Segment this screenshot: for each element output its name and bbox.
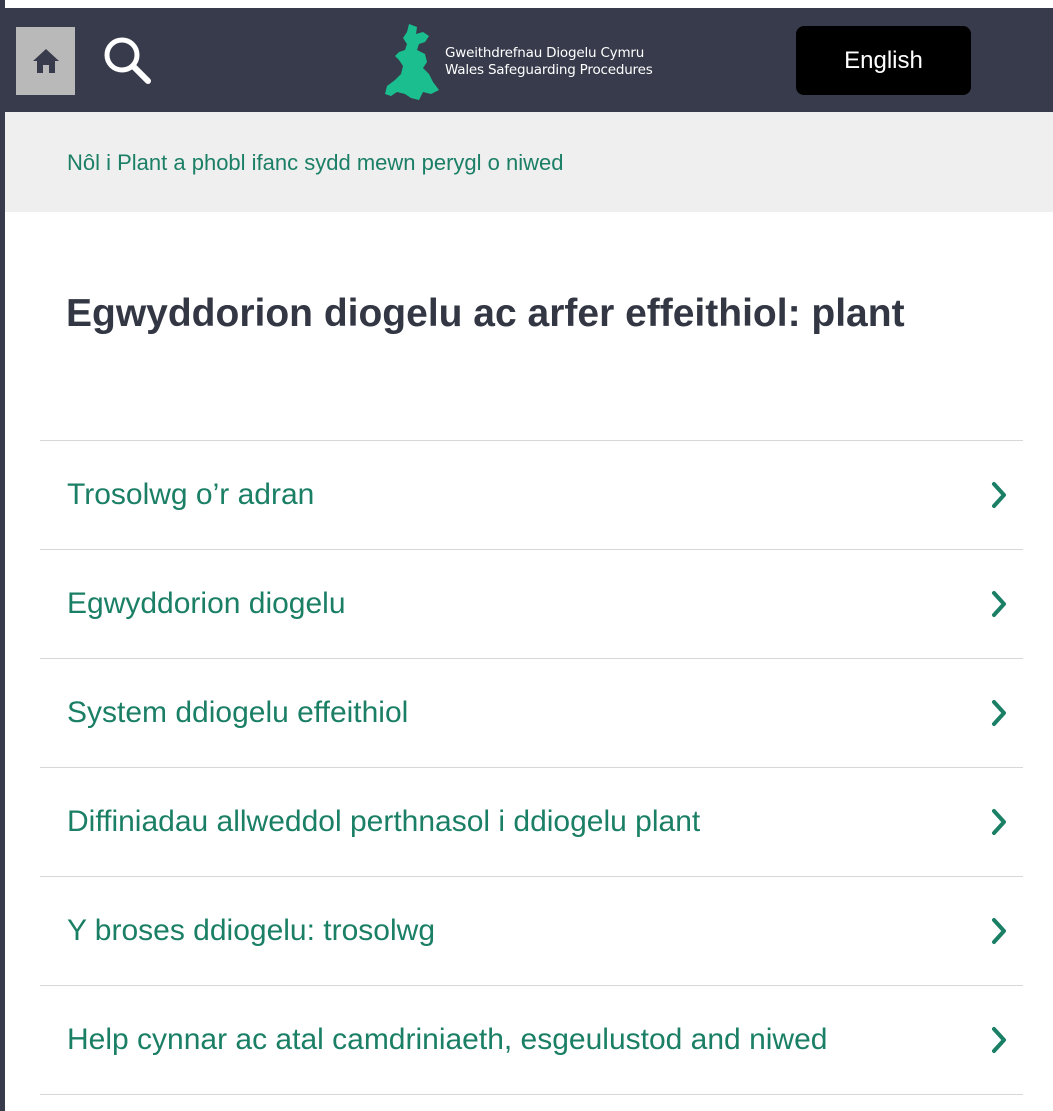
chevron-right-icon [989,697,1009,729]
home-button[interactable] [16,27,75,95]
back-link[interactable]: Nôl i Plant a phobl ifanc sydd mewn pery… [67,150,564,176]
nav-item-label: Help cynnar ac atal camdriniaeth, esgeul… [67,1023,828,1056]
logo-line-english: Wales Safeguarding Procedures [445,62,653,78]
nav-item-overview[interactable]: Trosolwg o’r adran [40,441,1023,550]
search-icon [104,37,151,84]
nav-item-effective-system[interactable]: System ddiogelu effeithiol [40,659,1023,768]
nav-item-label: Trosolwg o’r adran [67,478,315,511]
site-header: Gweithdrefnau Diogelu Cymru Wales Safegu… [5,0,1053,112]
chevron-right-icon [989,806,1009,838]
page-title: Egwyddorion diogelu ac arfer effeithiol:… [66,292,905,335]
nav-item-label: Y broses ddiogelu: trosolwg [67,914,435,947]
nav-item-principles[interactable]: Egwyddorion diogelu [40,550,1023,659]
chevron-right-icon [989,1024,1009,1056]
wales-map-icon [385,24,439,100]
nav-item-early-help[interactable]: Help cynnar ac atal camdriniaeth, esgeul… [40,986,1023,1095]
nav-item-label: Diffiniadau allweddol perthnasol i ddiog… [67,805,701,838]
language-toggle-button[interactable]: English [796,26,971,95]
chevron-right-icon [989,479,1009,511]
nav-item-key-definitions[interactable]: Diffiniadau allweddol perthnasol i ddiog… [40,768,1023,877]
breadcrumb: Nôl i Plant a phobl ifanc sydd mewn pery… [5,112,1053,212]
nav-item-label: System ddiogelu effeithiol [67,696,409,729]
section-nav-list: Trosolwg o’r adran Egwyddorion diogelu S… [40,440,1023,1095]
chevron-right-icon [989,588,1009,620]
chevron-right-icon [989,915,1009,947]
nav-item-label: Egwyddorion diogelu [67,587,346,620]
site-logo[interactable]: Gweithdrefnau Diogelu Cymru Wales Safegu… [383,20,653,104]
home-icon [32,49,59,73]
nav-item-process-overview[interactable]: Y broses ddiogelu: trosolwg [40,877,1023,986]
logo-text: Gweithdrefnau Diogelu Cymru Wales Safegu… [445,45,653,79]
logo-line-welsh: Gweithdrefnau Diogelu Cymru [445,45,645,61]
search-button[interactable] [97,30,157,90]
